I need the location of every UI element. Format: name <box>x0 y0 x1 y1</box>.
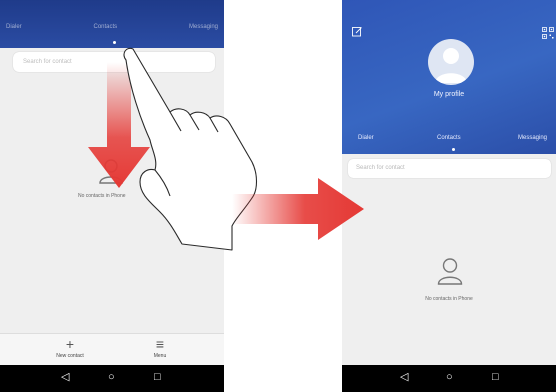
home-icon[interactable]: ○ <box>446 372 453 383</box>
edit-icon[interactable] <box>352 27 362 37</box>
system-nav-bar: ◁ ○ □ <box>342 365 556 392</box>
plus-icon: + <box>65 336 75 352</box>
bottom-action-bar: + New contact ≡ Menu <box>0 333 224 366</box>
menu-label: Menu <box>153 353 167 359</box>
home-icon[interactable]: ○ <box>108 372 115 383</box>
system-nav-bar: ◁ ○ □ <box>0 365 224 392</box>
left-phone-screen: Dialer Contacts Messaging Search for con… <box>0 0 224 392</box>
tab-dialer[interactable]: Dialer <box>358 135 374 141</box>
menu-icon: ≡ <box>155 336 165 352</box>
search-placeholder: Search for contact <box>23 59 72 65</box>
back-icon[interactable]: ◁ <box>61 372 69 383</box>
active-tab-indicator <box>452 148 455 151</box>
search-placeholder: Search for contact <box>356 165 405 171</box>
recents-icon[interactable]: □ <box>492 372 499 383</box>
tab-bar: Dialer Contacts Messaging <box>0 24 224 44</box>
qr-code-icon[interactable] <box>542 27 554 39</box>
tab-messaging[interactable]: Messaging <box>518 135 547 141</box>
new-contact-label: New contact <box>56 353 84 359</box>
new-contact-button[interactable]: + New contact <box>40 334 100 366</box>
profile-avatar-icon <box>435 48 467 83</box>
tab-contacts[interactable]: Contacts <box>437 135 461 141</box>
person-icon <box>437 258 463 285</box>
active-tab-indicator <box>113 41 116 44</box>
search-input[interactable]: Search for contact <box>13 52 215 72</box>
avatar[interactable] <box>428 39 474 85</box>
person-icon <box>99 159 123 184</box>
tab-bar: Dialer Contacts Messaging <box>342 135 556 149</box>
tab-dialer[interactable]: Dialer <box>6 24 22 44</box>
search-input[interactable]: Search for contact <box>348 159 551 178</box>
empty-state-text: No contacts in Phone <box>425 296 473 302</box>
back-icon[interactable]: ◁ <box>400 372 408 383</box>
recents-icon[interactable]: □ <box>154 372 161 383</box>
empty-state-text: No contacts in Phone <box>78 193 126 199</box>
my-profile-label[interactable]: My profile <box>342 91 556 98</box>
tab-messaging[interactable]: Messaging <box>189 24 218 44</box>
right-phone-screen: My profile Dialer Contacts Messaging Sea… <box>342 0 556 392</box>
menu-button[interactable]: ≡ Menu <box>130 334 190 366</box>
